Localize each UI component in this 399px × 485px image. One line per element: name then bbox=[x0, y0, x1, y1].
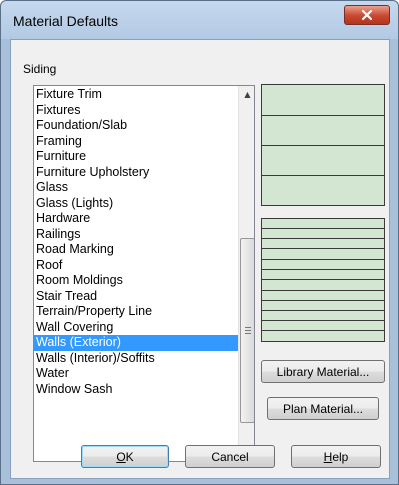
library-material-label: Library Material... bbox=[276, 364, 370, 379]
list-item[interactable]: Water bbox=[34, 366, 238, 382]
ok-label: K bbox=[125, 449, 134, 464]
dialog-body: Siding Fixture Trim Fixtures Foundation/Sl… bbox=[10, 39, 390, 479]
list-item[interactable]: Glass bbox=[34, 180, 238, 196]
list-item[interactable]: Fixtures bbox=[34, 103, 238, 119]
list-item[interactable]: Road Marking bbox=[34, 242, 238, 258]
plan-material-button[interactable]: Plan Material... bbox=[267, 397, 379, 420]
list-item[interactable]: Roof bbox=[34, 258, 238, 274]
help-label: elp bbox=[332, 449, 349, 464]
ok-mnemonic: O bbox=[116, 449, 126, 464]
title-bar[interactable]: Material Defaults bbox=[1, 1, 398, 39]
help-mnemonic: H bbox=[323, 449, 333, 464]
list-item[interactable]: Window Sash bbox=[34, 382, 238, 398]
list-item[interactable]: Walls (Interior)/Soffits bbox=[34, 351, 238, 367]
help-button[interactable]: Help bbox=[291, 445, 381, 468]
list-item[interactable]: Hardware bbox=[34, 211, 238, 227]
list-item[interactable]: Furniture bbox=[34, 149, 238, 165]
dialog-title: Material Defaults bbox=[13, 13, 119, 29]
siding-preview-large bbox=[261, 84, 385, 206]
list-items: Fixture Trim Fixtures Foundation/Slab Frami… bbox=[34, 87, 238, 397]
scroll-up-icon: ▲ bbox=[244, 90, 251, 99]
scroll-up-button[interactable]: ▲ bbox=[239, 86, 254, 103]
material-category-list[interactable]: Fixture Trim Fixtures Foundation/Slab Frami… bbox=[33, 85, 255, 462]
list-item-selected[interactable]: Walls (Exterior) bbox=[34, 335, 238, 351]
cancel-label: Cancel bbox=[211, 449, 249, 464]
material-defaults-dialog: Material Defaults Siding Fixture Trim Fix… bbox=[0, 0, 399, 485]
ok-button[interactable]: OK bbox=[81, 445, 169, 468]
scroll-thumb[interactable] bbox=[240, 238, 254, 423]
list-item[interactable]: Glass (Lights) bbox=[34, 196, 238, 212]
vertical-scrollbar[interactable]: ▲ ▼ bbox=[238, 86, 254, 461]
cancel-button[interactable]: Cancel bbox=[185, 445, 275, 468]
siding-preview-small bbox=[261, 218, 385, 342]
list-item[interactable]: Foundation/Slab bbox=[34, 118, 238, 134]
section-label: Siding bbox=[23, 62, 57, 76]
list-item[interactable]: Framing bbox=[34, 134, 238, 150]
close-icon bbox=[361, 9, 373, 21]
list-item[interactable]: Room Moldings bbox=[34, 273, 238, 289]
list-item[interactable]: Wall Covering bbox=[34, 320, 238, 336]
list-item[interactable]: Fixture Trim bbox=[34, 87, 238, 103]
close-button[interactable] bbox=[344, 5, 390, 25]
list-item[interactable]: Terrain/Property Line bbox=[34, 304, 238, 320]
list-item[interactable]: Railings bbox=[34, 227, 238, 243]
plan-material-label: Plan Material... bbox=[282, 401, 364, 416]
library-material-button[interactable]: Library Material... bbox=[261, 360, 385, 383]
list-item[interactable]: Stair Tread bbox=[34, 289, 238, 305]
list-item[interactable]: Furniture Upholstery bbox=[34, 165, 238, 181]
grip-icon bbox=[245, 327, 251, 334]
